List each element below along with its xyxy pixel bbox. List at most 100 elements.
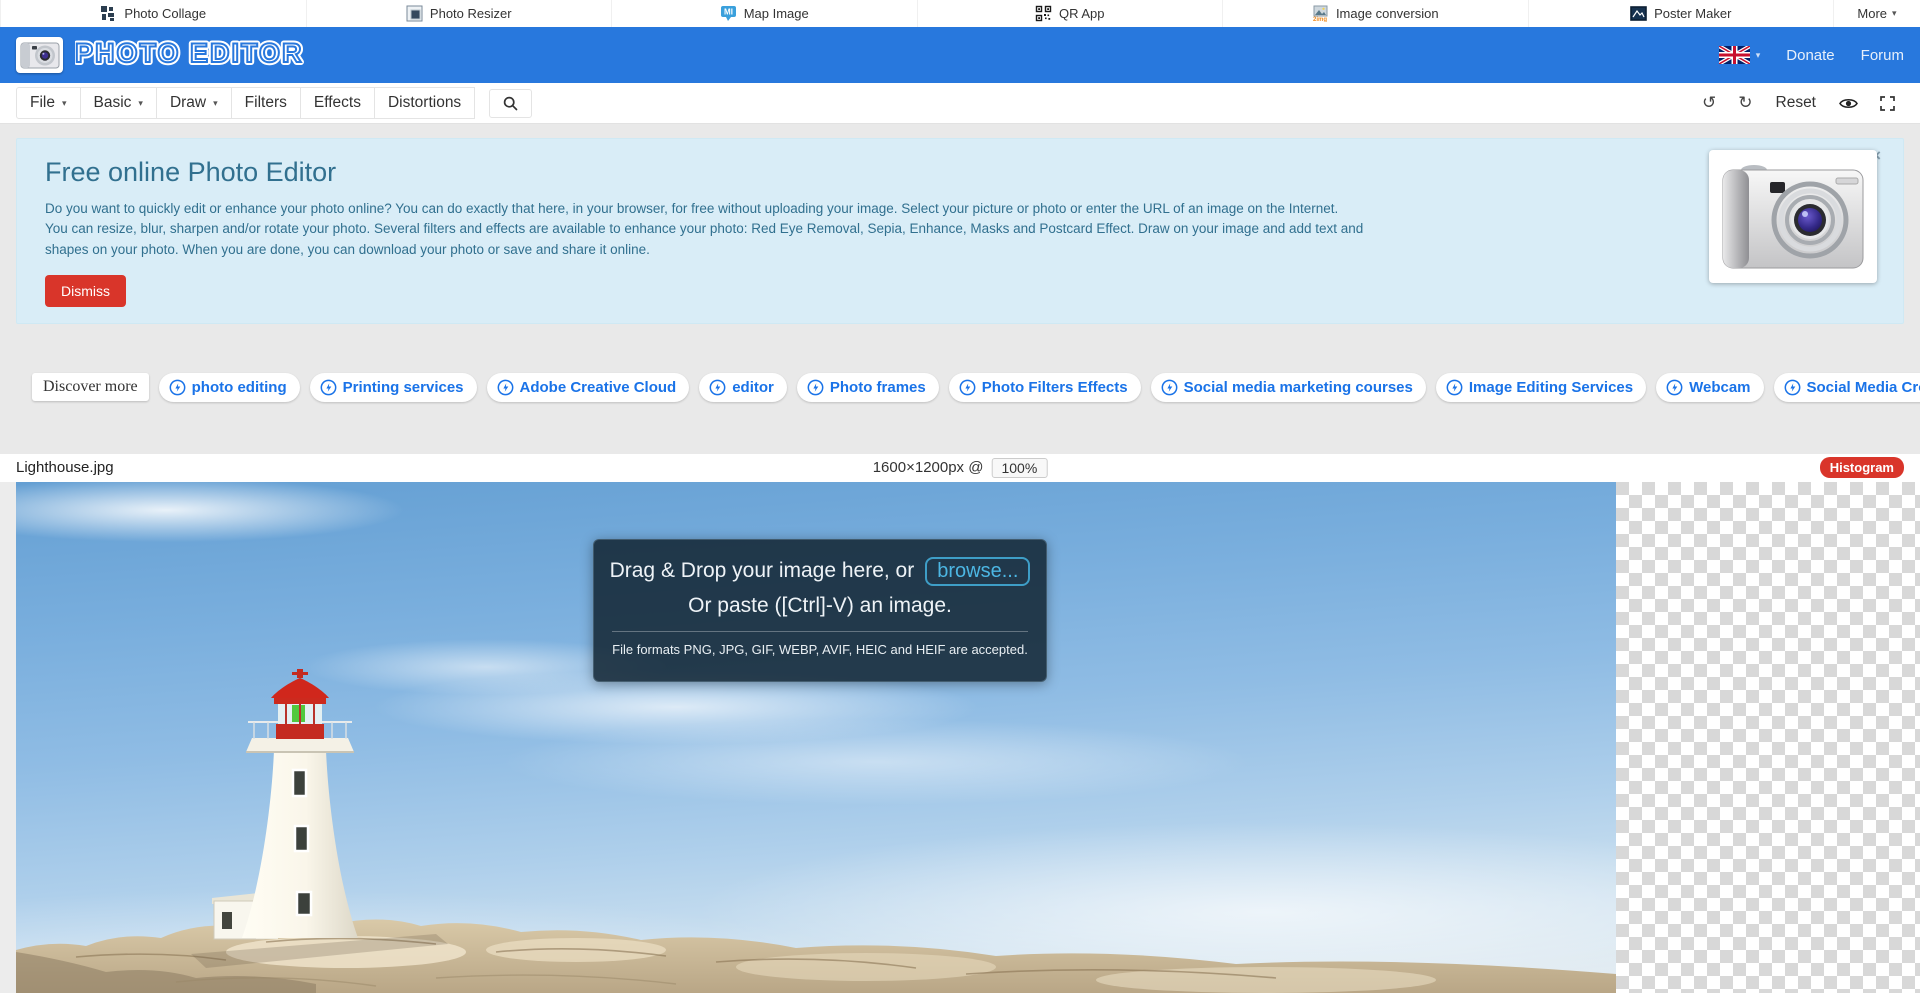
language-selector[interactable]: ▾ [1719, 46, 1761, 64]
menu-basic[interactable]: Basic ▾ [81, 87, 157, 119]
file-formats-text: File formats PNG, JPG, GIF, WEBP, AVIF, … [594, 642, 1046, 657]
chip-label: Webcam [1689, 379, 1750, 396]
banner-camera-image [1709, 150, 1877, 283]
flash-circle-icon [1446, 379, 1463, 396]
topbar-more-label: More [1857, 6, 1887, 21]
svg-text:PHOTO EDITOR: PHOTO EDITOR [75, 38, 304, 68]
banner-paragraph-1: Do you want to quickly edit or enhance y… [45, 199, 1395, 219]
zoom-level-selector[interactable]: 100% [991, 458, 1047, 478]
menu-draw[interactable]: Draw ▾ [157, 87, 232, 119]
menu-filters[interactable]: Filters [232, 87, 301, 119]
chip-photo-frames[interactable]: Photo frames [797, 373, 939, 402]
chevron-down-icon: ▾ [138, 98, 143, 109]
chip-label: photo editing [192, 379, 287, 396]
forum-link[interactable]: Forum [1861, 47, 1904, 64]
topbar-item-image-conversion[interactable]: 2img Image conversion [1223, 0, 1529, 27]
chip-editor[interactable]: editor [699, 373, 787, 402]
chip-label: Social media marketing courses [1184, 379, 1413, 396]
chip-image-editing-services[interactable]: Image Editing Services [1436, 373, 1646, 402]
chip-printing-services[interactable]: Printing services [310, 373, 477, 402]
reset-button[interactable]: Reset [1766, 89, 1827, 117]
qr-code-icon [1035, 5, 1052, 22]
menu-label: Effects [314, 94, 361, 112]
paste-hint-text: Or paste ([Ctrl]-V) an image. [594, 594, 1046, 618]
canvas-gutter [0, 482, 16, 993]
collage-icon [100, 5, 117, 22]
chevron-down-icon: ▾ [1756, 50, 1761, 61]
histogram-button[interactable]: Histogram [1820, 457, 1904, 478]
topbar-item-poster-maker[interactable]: Poster Maker [1529, 0, 1835, 27]
topbar-item-map-image[interactable]: MI Map Image [612, 0, 918, 27]
fullscreen-icon [1880, 96, 1895, 111]
menu-label: Distortions [388, 94, 461, 112]
info-banner: × Free online Photo Editor Do you want t… [16, 138, 1904, 324]
editor-canvas: Drag & Drop your image here, or browse..… [0, 482, 1920, 993]
lighthouse-photo[interactable]: Drag & Drop your image here, or browse..… [16, 482, 1616, 993]
editor-menubar: File ▾ Basic ▾ Draw ▾ Filters Effects Di… [0, 83, 1920, 124]
search-button[interactable] [489, 89, 532, 118]
dimensions-label: 1600×1200px @ [873, 459, 984, 476]
flash-circle-icon [497, 379, 514, 396]
topbar-item-photo-collage[interactable]: Photo Collage [0, 0, 307, 27]
camera-logo-icon [20, 40, 60, 70]
chip-photo-editing[interactable]: photo editing [159, 373, 300, 402]
banner-title: Free online Photo Editor [45, 157, 1875, 188]
banner-paragraph-2: You can resize, blur, sharpen and/or rot… [45, 219, 1395, 260]
eye-icon [1839, 97, 1858, 110]
dismiss-button[interactable]: Dismiss [45, 275, 126, 307]
topbar-item-label: QR App [1059, 6, 1105, 21]
redo-icon: ↻ [1738, 93, 1752, 113]
flash-circle-icon [1666, 379, 1683, 396]
photo-editor-app: Photo Collage Photo Resizer MI Map Image… [0, 0, 1920, 993]
topbar-more-menu[interactable]: More ▾ [1834, 0, 1920, 27]
redo-button[interactable]: ↻ [1729, 89, 1761, 117]
chip-webcam[interactable]: Webcam [1656, 373, 1763, 402]
flash-circle-icon [320, 379, 337, 396]
menu-group: File ▾ Basic ▾ Draw ▾ Filters Effects Di… [16, 87, 475, 119]
chip-label: Adobe Creative Cloud [520, 379, 677, 396]
uk-flag-icon [1719, 46, 1750, 64]
file-info-bar: Lighthouse.jpg 1600×1200px @ 100% Histog… [0, 454, 1920, 482]
app-title: PHOTO EDITOR PHOTO EDITOR [75, 35, 335, 76]
undo-button[interactable]: ↺ [1693, 89, 1725, 117]
chevron-down-icon: ▾ [1892, 8, 1897, 19]
chip-label: Photo Filters Effects [982, 379, 1128, 396]
chip-social-media-cropping[interactable]: Social Media Cropping [1774, 373, 1920, 402]
donate-link[interactable]: Donate [1786, 47, 1834, 64]
poster-maker-icon [1630, 5, 1647, 22]
chip-label: Image Editing Services [1469, 379, 1633, 396]
camera-illustration [1718, 158, 1868, 276]
transparency-checkerboard [1616, 482, 1920, 993]
chip-adobe-creative-cloud[interactable]: Adobe Creative Cloud [487, 373, 690, 402]
chip-social-media-marketing-courses[interactable]: Social media marketing courses [1151, 373, 1426, 402]
chip-label: editor [732, 379, 774, 396]
chip-label: Social Media Cropping [1807, 379, 1920, 396]
chip-photo-filters-effects[interactable]: Photo Filters Effects [949, 373, 1141, 402]
preview-button[interactable] [1830, 93, 1867, 114]
topbar-item-photo-resizer[interactable]: Photo Resizer [307, 0, 613, 27]
menu-file[interactable]: File ▾ [16, 87, 81, 119]
topbar-item-qr-app[interactable]: QR App [918, 0, 1224, 27]
chip-label: Photo frames [830, 379, 926, 396]
menu-distortions[interactable]: Distortions [375, 87, 475, 119]
flash-circle-icon [169, 379, 186, 396]
chevron-down-icon: ▾ [213, 98, 218, 109]
menu-effects[interactable]: Effects [301, 87, 375, 119]
browse-button[interactable]: browse... [925, 557, 1030, 586]
image-dimensions: 1600×1200px @ 100% [873, 458, 1048, 478]
menu-label: Basic [94, 94, 132, 112]
flash-circle-icon [1784, 379, 1801, 396]
flash-circle-icon [807, 379, 824, 396]
drag-drop-zone[interactable]: Drag & Drop your image here, or browse..… [593, 539, 1047, 682]
top-app-bar: Photo Collage Photo Resizer MI Map Image… [0, 0, 1920, 27]
fullscreen-button[interactable] [1871, 92, 1904, 115]
topbar-item-label: Photo Resizer [430, 6, 512, 21]
header-right: ▾ Donate Forum [1719, 46, 1904, 64]
image-conversion-icon: 2img [1312, 5, 1329, 22]
flash-circle-icon [959, 379, 976, 396]
filename-label: Lighthouse.jpg [16, 459, 114, 476]
topbar-item-label: Photo Collage [124, 6, 206, 21]
menu-label: Filters [245, 94, 287, 112]
app-logo-camera[interactable] [16, 37, 63, 73]
menu-label: File [30, 94, 55, 112]
